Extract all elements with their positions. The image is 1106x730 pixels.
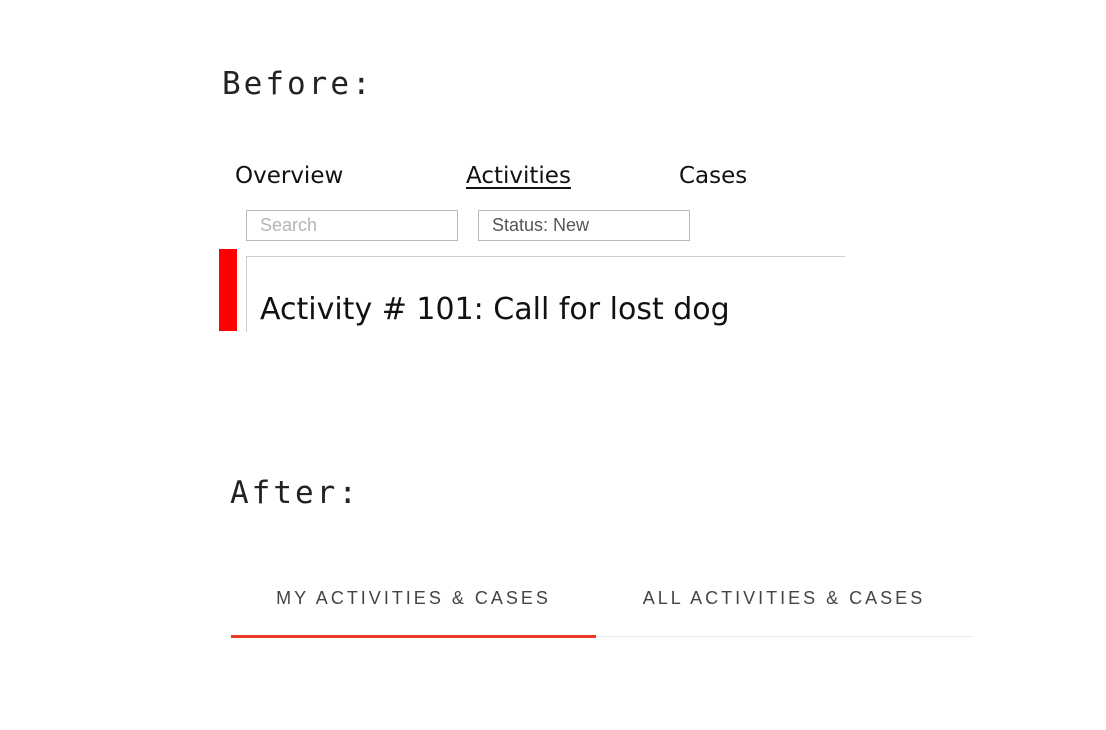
tab-all-activities-cases[interactable]: ALL ACTIVITIES & CASES <box>596 572 972 634</box>
search-input[interactable] <box>246 210 458 241</box>
tab-my-activities-cases[interactable]: MY ACTIVITIES & CASES <box>231 572 596 634</box>
tab-cases[interactable]: Cases <box>679 160 747 192</box>
active-tab-indicator <box>231 635 596 638</box>
card-top-divider <box>246 256 845 257</box>
card-left-border <box>246 256 247 332</box>
status-marker <box>219 249 237 331</box>
after-tab-bar: MY ACTIVITIES & CASES ALL ACTIVITIES & C… <box>231 572 972 638</box>
before-heading: Before: <box>222 66 374 102</box>
status-filter-select[interactable]: Status: New <box>478 210 690 241</box>
tab-activities[interactable]: Activities <box>466 160 571 192</box>
before-nav-tabs: Overview Activities Cases <box>235 160 775 192</box>
after-heading: After: <box>230 475 360 511</box>
tab-overview[interactable]: Overview <box>235 160 343 192</box>
activity-title[interactable]: Activity # 101: Call for lost dog <box>260 290 730 330</box>
